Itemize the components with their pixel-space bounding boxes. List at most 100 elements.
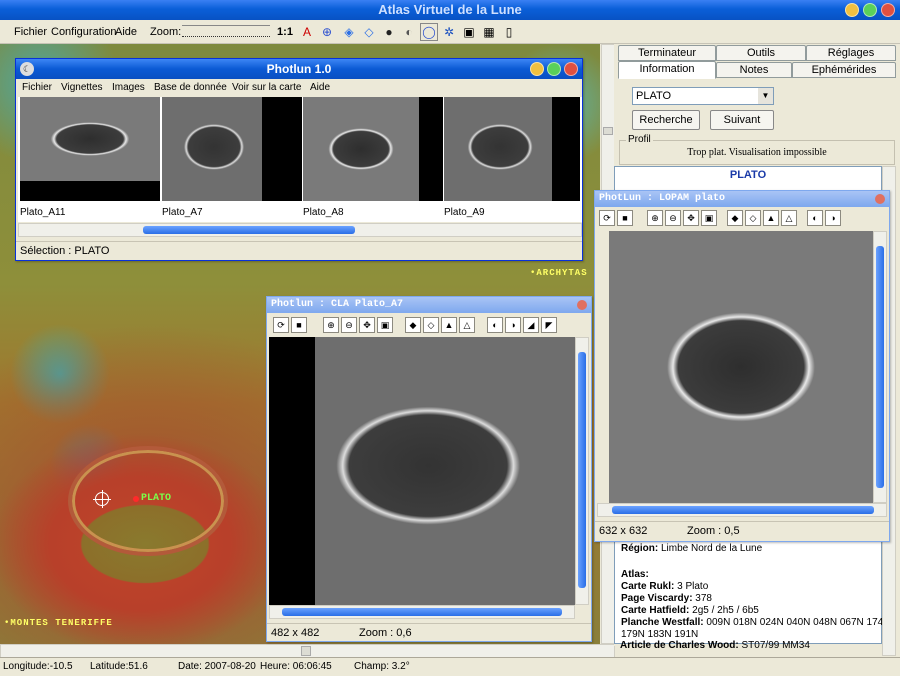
thumbnail-image[interactable] bbox=[444, 97, 552, 201]
lopam-toolbar: ⟳ ■ ⊕ ⊖ ✥ ▣ ◆ ◇ ▲ △ ◐ ◑ bbox=[595, 207, 889, 229]
map-label-archytas[interactable]: •ARCHYTAS bbox=[530, 268, 588, 278]
flip-vertical-icon[interactable]: ◆ bbox=[727, 210, 743, 226]
cla-statusbar: 482 x 482 Zoom : 0,6 bbox=[267, 623, 591, 641]
photlun-minimize-button[interactable] bbox=[530, 62, 544, 76]
save-icon[interactable]: ■ bbox=[617, 210, 633, 226]
tab-ephemerides[interactable]: Ephémérides bbox=[792, 62, 896, 78]
ellipse-tool-icon[interactable]: ◯ bbox=[420, 23, 438, 41]
rotate-left-icon[interactable]: ▲ bbox=[763, 210, 779, 226]
flip-horizontal-icon[interactable]: ◇ bbox=[360, 23, 378, 41]
rotate-right-icon[interactable]: △ bbox=[459, 317, 475, 333]
lopam-dimensions: 632 x 632 bbox=[599, 525, 648, 537]
maximize-button[interactable] bbox=[863, 3, 877, 17]
tab-terminateur[interactable]: Terminateur bbox=[618, 45, 716, 61]
crater-search-value: PLATO bbox=[636, 90, 672, 102]
plato-marker[interactable] bbox=[133, 496, 139, 502]
tab-reglages[interactable]: Réglages bbox=[806, 45, 896, 61]
menu-fichier[interactable]: Fichier bbox=[14, 26, 47, 38]
close-button[interactable] bbox=[881, 3, 895, 17]
map-label-montes-teneriffe[interactable]: •MONTES TENERIFFE bbox=[4, 618, 113, 628]
cla-toolbar: ⟳ ■ ⊕ ⊖ ✥ ▣ ◆ ◇ ▲ △ ◐ ◑ ◢ ◤ bbox=[267, 313, 591, 337]
moon-icon[interactable]: ● bbox=[380, 23, 398, 41]
flip-horizontal-icon[interactable]: ◇ bbox=[745, 210, 761, 226]
thumbnail-scrollbar[interactable] bbox=[18, 223, 582, 237]
crosshair-icon bbox=[93, 490, 111, 508]
cla-vertical-scrollbar[interactable] bbox=[575, 337, 589, 605]
cla-title: Photlun : CLA Plato_A7 bbox=[271, 299, 404, 310]
target-icon[interactable]: ⊕ bbox=[318, 23, 336, 41]
profil-label: Profil bbox=[626, 134, 653, 145]
zoom-slider[interactable] bbox=[182, 25, 270, 37]
menu-configuration[interactable]: Configuration bbox=[51, 26, 116, 38]
info-carte-hatfield: Carte Hatfield: 2g5 / 2h5 / 6b5 bbox=[621, 605, 759, 616]
gear-icon[interactable]: ✲ bbox=[440, 23, 458, 41]
refresh-icon[interactable]: ⟳ bbox=[273, 317, 289, 333]
menu-aide[interactable]: Aide bbox=[115, 26, 137, 38]
lopam-title-bar: PhotLun : LOPAM plato bbox=[595, 191, 889, 207]
info-page-viscardy: Page Viscardy: 378 bbox=[621, 593, 712, 604]
contrast-icon[interactable]: ◐ bbox=[807, 210, 823, 226]
crater-search-select[interactable]: PLATO ▼ bbox=[632, 87, 774, 105]
gamma-icon[interactable]: ◤ bbox=[541, 317, 557, 333]
refresh-icon[interactable]: ⟳ bbox=[599, 210, 615, 226]
zoom-one-to-one-button[interactable]: 1:1 bbox=[276, 23, 294, 41]
cla-close-button[interactable] bbox=[577, 300, 587, 310]
phase-icon[interactable]: ◐ bbox=[400, 23, 418, 41]
info-planche-westfall-cont: 179N 183N 191N bbox=[621, 629, 699, 640]
minimize-button[interactable] bbox=[845, 3, 859, 17]
contrast-icon[interactable]: ◐ bbox=[487, 317, 503, 333]
fit-icon[interactable]: ▣ bbox=[377, 317, 393, 333]
map-horizontal-scrollbar[interactable] bbox=[0, 644, 615, 658]
photlun-menu-images[interactable]: Images bbox=[112, 82, 145, 93]
camera-icon[interactable]: ▣ bbox=[460, 23, 478, 41]
photlun-menu-fichier[interactable]: Fichier bbox=[22, 82, 52, 93]
invert-icon[interactable]: ◢ bbox=[523, 317, 539, 333]
flip-horizontal-icon[interactable]: ◇ bbox=[423, 317, 439, 333]
lopam-crater-image[interactable] bbox=[609, 231, 873, 503]
tab-notes[interactable]: Notes bbox=[716, 62, 792, 78]
lopam-vertical-scrollbar[interactable] bbox=[873, 231, 887, 503]
calendar-icon[interactable]: ▦ bbox=[480, 23, 498, 41]
lopam-horizontal-scrollbar[interactable] bbox=[597, 503, 887, 517]
zoom-out-icon[interactable]: ⊖ bbox=[665, 210, 681, 226]
crater-name-heading: PLATO bbox=[729, 169, 767, 181]
brightness-icon[interactable]: ◑ bbox=[505, 317, 521, 333]
flip-vertical-icon[interactable]: ◆ bbox=[405, 317, 421, 333]
lopam-title: PhotLun : LOPAM plato bbox=[599, 193, 726, 204]
photlun-menu-voir[interactable]: Voir sur la carte bbox=[232, 82, 301, 93]
lopam-close-button[interactable] bbox=[875, 194, 885, 204]
zoom-in-icon[interactable]: ⊕ bbox=[323, 317, 339, 333]
zoom-in-icon[interactable]: ⊕ bbox=[647, 210, 663, 226]
photlun-menu-vignettes[interactable]: Vignettes bbox=[61, 82, 103, 93]
brightness-icon[interactable]: ◑ bbox=[825, 210, 841, 226]
chevron-down-icon[interactable]: ▼ bbox=[758, 88, 773, 104]
thumbnail-image[interactable] bbox=[162, 97, 262, 201]
map-label-plato[interactable]: PLATO bbox=[141, 493, 171, 504]
zoom-out-icon[interactable]: ⊖ bbox=[341, 317, 357, 333]
recherche-button[interactable]: Recherche bbox=[632, 110, 700, 130]
cla-crater-image[interactable] bbox=[269, 337, 575, 605]
photlun-maximize-button[interactable] bbox=[547, 62, 561, 76]
photlun-close-button[interactable] bbox=[564, 62, 578, 76]
photlun-menu-base[interactable]: Base de donnée bbox=[154, 82, 227, 93]
move-icon[interactable]: ✥ bbox=[359, 317, 375, 333]
suivant-button[interactable]: Suivant bbox=[710, 110, 774, 130]
flip-vertical-icon[interactable]: ◈ bbox=[340, 23, 358, 41]
text-color-icon[interactable]: A bbox=[298, 23, 316, 41]
photlun-menu-aide[interactable]: Aide bbox=[310, 82, 330, 93]
selection-status: Sélection : PLATO bbox=[20, 245, 110, 257]
rotate-left-icon[interactable]: ▲ bbox=[441, 317, 457, 333]
tab-outils[interactable]: Outils bbox=[716, 45, 806, 61]
fit-icon[interactable]: ▣ bbox=[701, 210, 717, 226]
save-icon[interactable]: ■ bbox=[291, 317, 307, 333]
thumbnail-image[interactable] bbox=[20, 97, 160, 181]
move-icon[interactable]: ✥ bbox=[683, 210, 699, 226]
tab-information[interactable]: Information bbox=[618, 61, 716, 79]
thumbnail-image[interactable] bbox=[303, 97, 419, 201]
rotate-right-icon[interactable]: △ bbox=[781, 210, 797, 226]
photlun-title-bar: ☾ Photlun 1.0 bbox=[16, 59, 582, 79]
document-icon[interactable]: ▯ bbox=[500, 23, 518, 41]
thumbnail-caption: Plato_A7 bbox=[162, 207, 203, 218]
cla-zoom: Zoom : 0,6 bbox=[359, 627, 412, 639]
cla-horizontal-scrollbar[interactable] bbox=[269, 605, 575, 619]
